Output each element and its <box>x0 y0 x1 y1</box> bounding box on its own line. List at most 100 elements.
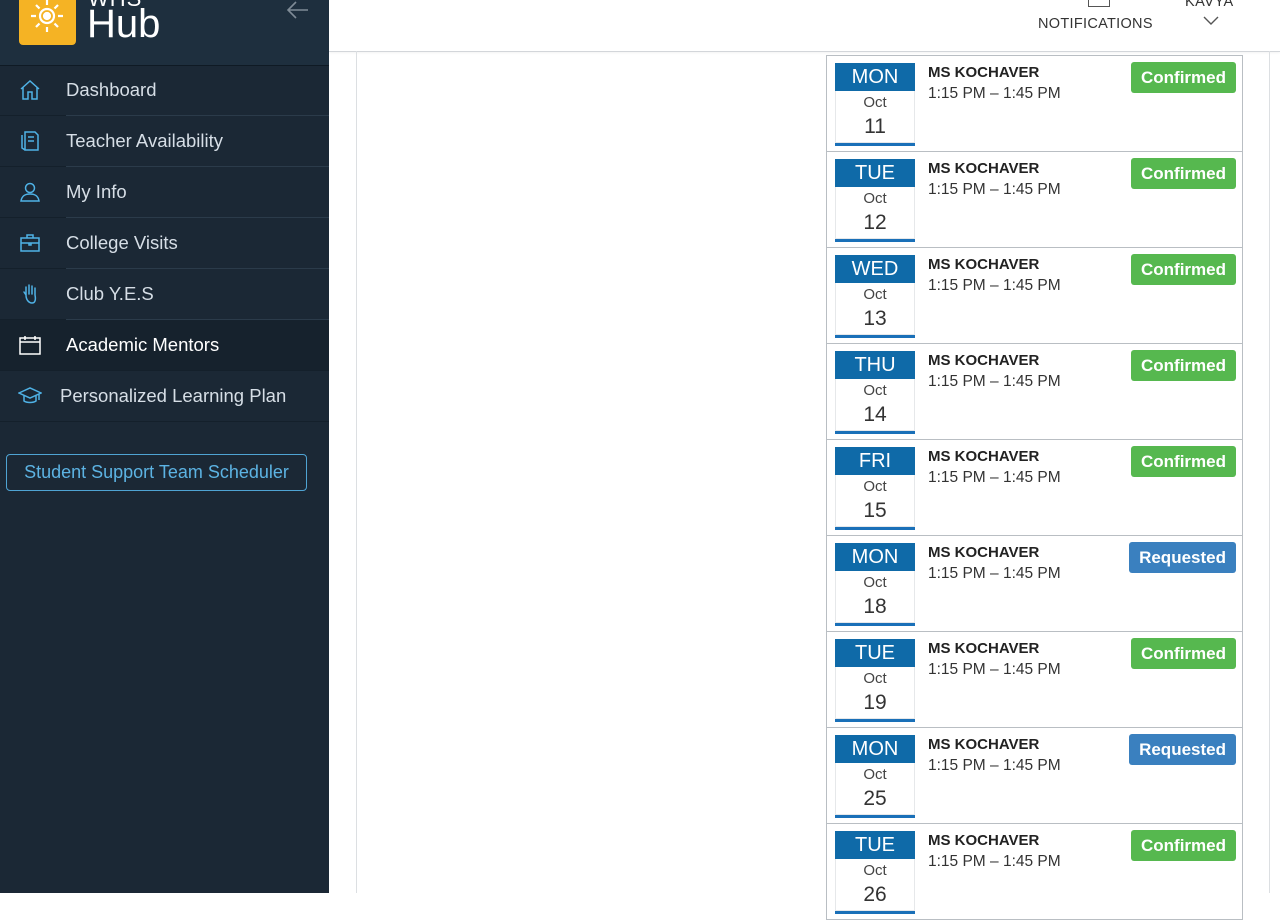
mentor-name: MS KOCHAVER <box>928 256 1040 273</box>
day-of-week: MON <box>835 735 915 763</box>
date-block: TUE Oct 12 <box>835 159 915 242</box>
day-of-week: WED <box>835 255 915 283</box>
sidebar-item-label: Dashboard <box>66 79 157 100</box>
day-of-week: MON <box>835 63 915 91</box>
time-range: 1:15 PM – 1:45 PM <box>928 85 1061 102</box>
status-badge[interactable]: Confirmed <box>1131 446 1236 477</box>
day-of-week: TUE <box>835 639 915 667</box>
date-block: THU Oct 14 <box>835 351 915 434</box>
day-number: 14 <box>863 403 887 426</box>
date-block: TUE Oct 26 <box>835 831 915 914</box>
appointment-row[interactable]: TUE Oct 26 MS KOCHAVER 1:15 PM – 1:45 PM… <box>826 824 1243 920</box>
month: Oct <box>863 382 887 399</box>
sidebar-item-label: Teacher Availability <box>66 130 223 151</box>
sidebar-item-label: Personalized Learning Plan <box>60 385 287 406</box>
appointment-row[interactable]: MON Oct 25 MS KOCHAVER 1:15 PM – 1:45 PM… <box>826 728 1243 824</box>
appointment-list: MON Oct 11 MS KOCHAVER 1:15 PM – 1:45 PM… <box>826 55 1243 920</box>
sidebar: WHS Hub Dashboard Teacher Availability <box>0 0 329 893</box>
status-badge[interactable]: Confirmed <box>1131 254 1236 285</box>
hand-icon <box>18 282 42 306</box>
appointment-row[interactable]: TUE Oct 19 MS KOCHAVER 1:15 PM – 1:45 PM… <box>826 632 1243 728</box>
status-badge[interactable]: Confirmed <box>1131 62 1236 93</box>
time-range: 1:15 PM – 1:45 PM <box>928 373 1061 390</box>
date-block: TUE Oct 19 <box>835 639 915 722</box>
day-of-week: MON <box>835 543 915 571</box>
day-of-week: TUE <box>835 831 915 859</box>
status-badge[interactable]: Requested <box>1129 734 1236 765</box>
status-badge[interactable]: Confirmed <box>1131 638 1236 669</box>
chevron-down-icon <box>1202 14 1220 32</box>
month: Oct <box>863 862 887 879</box>
date-block: FRI Oct 15 <box>835 447 915 530</box>
time-range: 1:15 PM – 1:45 PM <box>928 277 1061 294</box>
mentor-name: MS KOCHAVER <box>928 640 1040 657</box>
sidebar-nav: Dashboard Teacher Availability My Info C… <box>0 65 329 422</box>
brand-title: Hub <box>87 2 161 46</box>
sidebar-item-label: College Visits <box>66 232 178 253</box>
day-number: 12 <box>863 211 887 234</box>
sidebar-item-personalized-learning-plan[interactable]: Personalized Learning Plan <box>0 371 329 422</box>
graduation-cap-icon <box>17 384 43 408</box>
date-block: MON Oct 25 <box>835 735 915 818</box>
day-of-week: TUE <box>835 159 915 187</box>
collapse-sidebar-button[interactable] <box>286 0 310 22</box>
brand-header: WHS Hub <box>0 0 329 66</box>
mentor-name: MS KOCHAVER <box>928 64 1040 81</box>
status-badge[interactable]: Confirmed <box>1131 830 1236 861</box>
briefcase-icon <box>18 231 42 255</box>
user-name: KAVYA <box>1185 0 1234 10</box>
time-range: 1:15 PM – 1:45 PM <box>928 661 1061 678</box>
bell-icon <box>1088 0 1110 7</box>
sidebar-item-teacher-availability[interactable]: Teacher Availability <box>0 116 329 167</box>
sidebar-item-club-yes[interactable]: Club Y.E.S <box>0 269 329 320</box>
sidebar-item-my-info[interactable]: My Info <box>0 167 329 218</box>
month: Oct <box>863 766 887 783</box>
appointment-row[interactable]: TUE Oct 12 MS KOCHAVER 1:15 PM – 1:45 PM… <box>826 152 1243 248</box>
month: Oct <box>863 670 887 687</box>
mentor-name: MS KOCHAVER <box>928 160 1040 177</box>
month: Oct <box>863 286 887 303</box>
home-icon <box>18 78 42 102</box>
arrow-left-icon <box>286 1 308 19</box>
student-support-team-scheduler-button[interactable]: Student Support Team Scheduler <box>6 454 307 491</box>
sidebar-item-dashboard[interactable]: Dashboard <box>0 65 329 116</box>
appointment-row[interactable]: MON Oct 11 MS KOCHAVER 1:15 PM – 1:45 PM… <box>826 55 1243 152</box>
user-icon <box>18 180 42 204</box>
sidebar-item-college-visits[interactable]: College Visits <box>0 218 329 269</box>
appointment-row[interactable]: WED Oct 13 MS KOCHAVER 1:15 PM – 1:45 PM… <box>826 248 1243 344</box>
time-range: 1:15 PM – 1:45 PM <box>928 469 1061 486</box>
day-number: 19 <box>863 691 887 714</box>
sun-logo-icon[interactable] <box>19 0 76 45</box>
date-block: MON Oct 18 <box>835 543 915 626</box>
date-block: MON Oct 11 <box>835 63 915 146</box>
sidebar-item-label: My Info <box>66 181 127 202</box>
user-menu[interactable]: KAVYA <box>1183 0 1243 50</box>
appointment-row[interactable]: THU Oct 14 MS KOCHAVER 1:15 PM – 1:45 PM… <box>826 344 1243 440</box>
month: Oct <box>863 478 887 495</box>
sidebar-item-label: Club Y.E.S <box>66 283 154 304</box>
day-of-week: FRI <box>835 447 915 475</box>
day-of-week: THU <box>835 351 915 379</box>
document-icon <box>18 129 42 153</box>
appointment-row[interactable]: MON Oct 18 MS KOCHAVER 1:15 PM – 1:45 PM… <box>826 536 1243 632</box>
sidebar-item-label: Academic Mentors <box>66 334 220 355</box>
notifications-button[interactable]: NOTIFICATIONS <box>1038 0 1152 50</box>
time-range: 1:15 PM – 1:45 PM <box>928 853 1061 870</box>
status-badge[interactable]: Confirmed <box>1131 158 1236 189</box>
month: Oct <box>863 190 887 207</box>
day-number: 15 <box>863 499 887 522</box>
sidebar-item-academic-mentors[interactable]: Academic Mentors <box>0 320 329 371</box>
status-badge[interactable]: Requested <box>1129 542 1236 573</box>
time-range: 1:15 PM – 1:45 PM <box>928 757 1061 774</box>
mentor-name: MS KOCHAVER <box>928 352 1040 369</box>
appointment-row[interactable]: FRI Oct 15 MS KOCHAVER 1:15 PM – 1:45 PM… <box>826 440 1243 536</box>
month: Oct <box>863 574 887 591</box>
day-number: 11 <box>864 115 886 138</box>
date-block: WED Oct 13 <box>835 255 915 338</box>
calendar-icon <box>18 333 42 357</box>
mentor-name: MS KOCHAVER <box>928 448 1040 465</box>
notifications-label: NOTIFICATIONS <box>1038 16 1153 32</box>
status-badge[interactable]: Confirmed <box>1131 350 1236 381</box>
mentor-name: MS KOCHAVER <box>928 736 1040 753</box>
day-number: 25 <box>863 787 887 810</box>
